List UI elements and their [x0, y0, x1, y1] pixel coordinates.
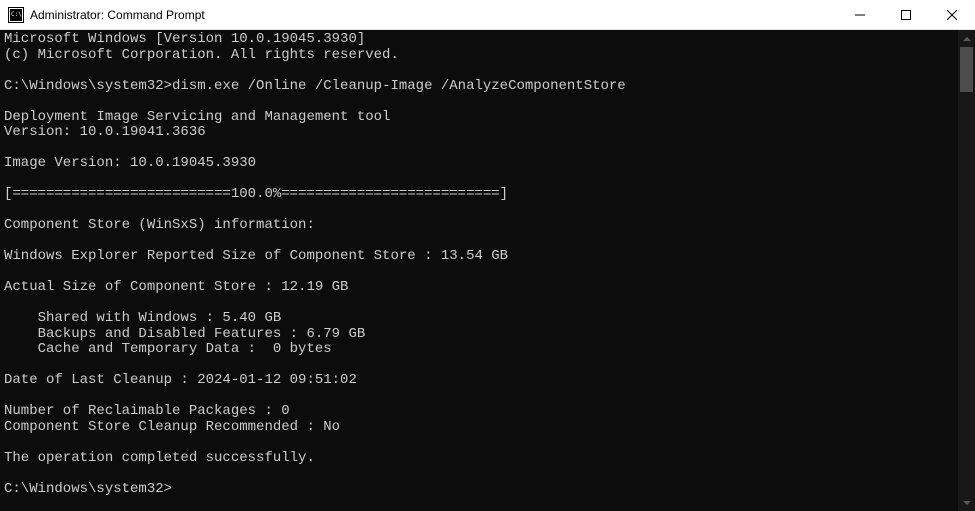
progress-bar: [==========================100.0%=======… [4, 186, 508, 202]
copyright-line: (c) Microsoft Corporation. All rights re… [4, 47, 399, 63]
shared-size: Shared with Windows : 5.40 GB [4, 310, 281, 326]
svg-text:C:\: C:\ [11, 11, 22, 18]
last-cleanup: Date of Last Cleanup : 2024-01-12 09:51:… [4, 372, 357, 388]
reported-size: Windows Explorer Reported Size of Compon… [4, 248, 508, 264]
scroll-down-button[interactable] [958, 494, 975, 511]
cmd-icon: C:\ [8, 7, 24, 23]
os-version-line: Microsoft Windows [Version 10.0.19045.39… [4, 31, 365, 47]
reclaimable-packages: Number of Reclaimable Packages : 0 [4, 403, 290, 419]
tool-version: Version: 10.0.19041.3636 [4, 124, 206, 140]
image-version: Image Version: 10.0.19045.3930 [4, 155, 256, 171]
scrollbar-track[interactable] [958, 47, 975, 494]
window-controls [837, 0, 975, 29]
prompt: C:\Windows\system32> [4, 78, 172, 94]
cleanup-recommended: Component Store Cleanup Recommended : No [4, 419, 340, 435]
cache-size: Cache and Temporary Data : 0 bytes [4, 341, 332, 357]
scroll-up-button[interactable] [958, 30, 975, 47]
vertical-scrollbar[interactable] [958, 30, 975, 511]
titlebar[interactable]: C:\ Administrator: Command Prompt [0, 0, 975, 30]
completed-message: The operation completed successfully. [4, 450, 315, 466]
tool-name: Deployment Image Servicing and Managemen… [4, 109, 390, 125]
maximize-button[interactable] [883, 0, 929, 29]
close-button[interactable] [929, 0, 975, 29]
minimize-button[interactable] [837, 0, 883, 29]
actual-size: Actual Size of Component Store : 12.19 G… [4, 279, 348, 295]
window-title: Administrator: Command Prompt [30, 8, 837, 22]
backups-size: Backups and Disabled Features : 6.79 GB [4, 326, 365, 342]
scrollbar-thumb[interactable] [960, 47, 973, 92]
info-header: Component Store (WinSxS) information: [4, 217, 315, 233]
console-output[interactable]: Microsoft Windows [Version 10.0.19045.39… [0, 30, 958, 511]
command-text: dism.exe /Online /Cleanup-Image /Analyze… [172, 78, 626, 94]
prompt: C:\Windows\system32> [4, 481, 172, 497]
